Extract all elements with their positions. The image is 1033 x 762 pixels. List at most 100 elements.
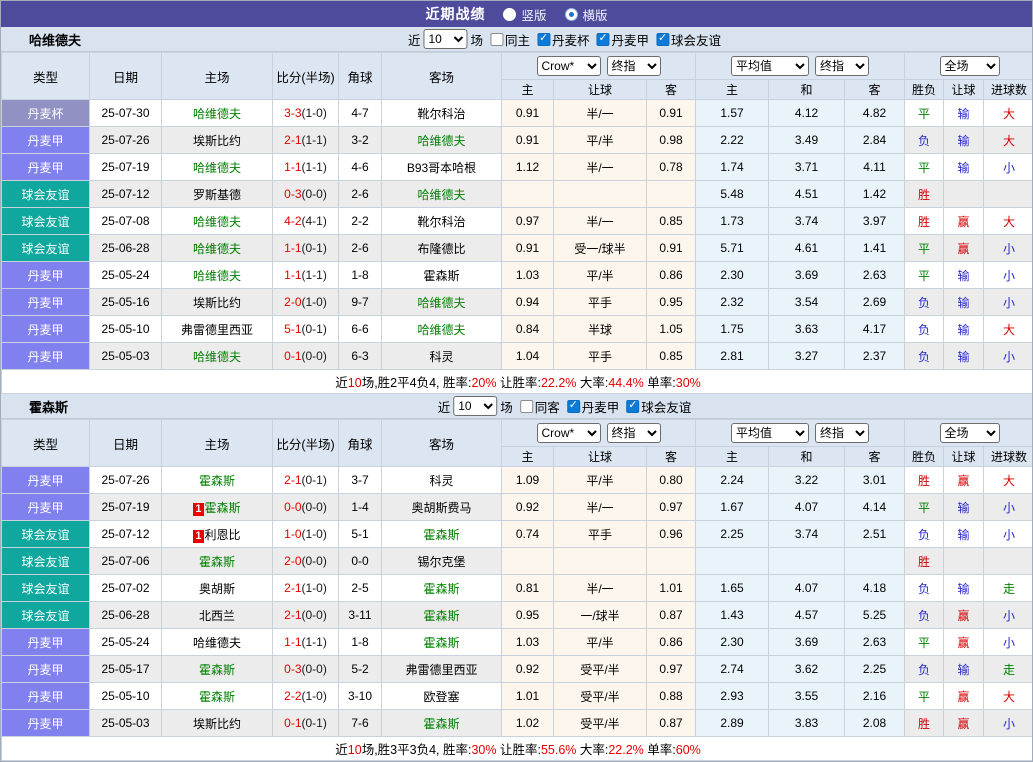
europe-draw-odds [769, 548, 845, 575]
scope-select[interactable]: 全场 [940, 423, 1000, 443]
same-venue-checkbox[interactable] [490, 33, 503, 46]
handicap-away-odds: 0.91 [647, 235, 696, 262]
summary-text: 近 [335, 743, 348, 757]
europe-home-odds [696, 548, 769, 575]
result-handicap: 输 [944, 289, 984, 316]
recent-count-select[interactable]: 10 [453, 396, 497, 416]
away-team-name: 霍森斯 [423, 269, 459, 283]
home-team-cell: 哈维德夫 [162, 100, 273, 127]
europe-home-odds: 1.73 [696, 208, 769, 235]
league-badge: 球会友谊 [2, 548, 90, 575]
result-handicap: 赢 [944, 602, 984, 629]
result-handicap: 输 [944, 656, 984, 683]
column-subheader: 胜负 [905, 447, 944, 467]
europe-odds-group-header: 平均值终指 [696, 420, 905, 447]
away-team-cell: 霍森斯 [382, 521, 502, 548]
column-subheader: 让球 [554, 447, 647, 467]
europe-odds-group-header: 平均值终指 [696, 53, 905, 80]
fulltime-score: 2-1 [284, 608, 301, 622]
home-team-name: 利恩比 [205, 528, 241, 542]
league-badge: 丹麦甲 [2, 656, 90, 683]
home-team-name: 哈维德夫 [193, 350, 241, 364]
result-goals: 大 [984, 316, 1033, 343]
recent-count-select[interactable]: 10 [423, 29, 467, 49]
score-cell: 2-2(1-0) [273, 683, 339, 710]
result-outcome: 平 [905, 494, 944, 521]
europe-source-select[interactable]: 平均值 [731, 423, 809, 443]
table-row: 球会友谊25-07-121利恩比1-0(1-0)5-1霍森斯0.74平手0.96… [2, 521, 1033, 548]
column-header: 类型 [2, 53, 90, 100]
europe-source-select[interactable]: 平均值 [731, 56, 809, 76]
league-checkbox-0[interactable] [567, 400, 580, 413]
home-team-cell: 霍森斯 [162, 467, 273, 494]
europe-draw-odds: 3.55 [769, 683, 845, 710]
europe-time-select[interactable]: 终指 [815, 56, 869, 76]
result-goals: 大 [984, 467, 1033, 494]
europe-home-odds: 2.74 [696, 656, 769, 683]
summary-text: 场,胜3平3负4, 胜率: [362, 743, 472, 757]
date-cell: 25-07-12 [90, 181, 162, 208]
handicap-line [554, 181, 647, 208]
table-row: 球会友谊25-06-28哈维德夫1-1(0-1)2-6布隆德比0.91受一/球半… [2, 235, 1033, 262]
date-cell: 25-05-17 [90, 656, 162, 683]
europe-time-select[interactable]: 终指 [815, 423, 869, 443]
corners-cell: 0-0 [339, 548, 382, 575]
league-checkbox-1[interactable] [626, 400, 639, 413]
result-group-header: 全场 [905, 420, 1033, 447]
handicap-line: 平手 [554, 521, 647, 548]
league-checkbox-0[interactable] [537, 33, 550, 46]
home-team-cell: 哈维德夫 [162, 629, 273, 656]
handicap-line: 平/半 [554, 127, 647, 154]
summary-text: 10 [348, 376, 362, 390]
horizontal-layout-radio[interactable]: 横版 [565, 5, 608, 24]
date-cell: 25-05-10 [90, 683, 162, 710]
europe-home-odds: 2.30 [696, 629, 769, 656]
europe-draw-odds: 4.07 [769, 494, 845, 521]
result-outcome: 胜 [905, 208, 944, 235]
bookmaker-select[interactable]: Crow* [537, 423, 601, 443]
handicap-line: 平手 [554, 289, 647, 316]
halftime-score: (0-0) [302, 187, 327, 201]
handicap-away-odds [647, 181, 696, 208]
table-row: 丹麦杯25-07-30哈维德夫3-3(1-0)4-7靴尔科治0.91半/一0.9… [2, 100, 1033, 127]
horizontal-layout-label: 横版 [583, 5, 608, 24]
summary-text: 20% [471, 376, 496, 390]
scope-select[interactable]: 全场 [940, 56, 1000, 76]
away-team-name: 哈维德夫 [417, 296, 465, 310]
result-outcome: 平 [905, 262, 944, 289]
score-cell: 2-1(0-1) [273, 467, 339, 494]
away-team-name: 哈维德夫 [417, 323, 465, 337]
home-team-cell: 1霍森斯 [162, 494, 273, 521]
league-badge: 丹麦甲 [2, 262, 90, 289]
vertical-layout-radio[interactable]: 竖版 [503, 5, 546, 24]
handicap-home-odds: 0.74 [502, 521, 554, 548]
handicap-time-select[interactable]: 终指 [607, 56, 661, 76]
league-checkbox-1[interactable] [597, 33, 610, 46]
league-checkbox-2[interactable] [656, 33, 669, 46]
handicap-line: 半/一 [554, 154, 647, 181]
same-venue-checkbox[interactable] [520, 400, 533, 413]
column-subheader: 客 [845, 80, 905, 100]
home-team-name: 哈维德夫 [193, 242, 241, 256]
away-team-cell: 霍森斯 [382, 602, 502, 629]
league-checkbox-label: 丹麦甲 [582, 397, 620, 416]
home-team-cell: 1利恩比 [162, 521, 273, 548]
league-badge: 丹麦杯 [2, 100, 90, 127]
handicap-time-select[interactable]: 终指 [607, 423, 661, 443]
handicap-home-odds: 0.97 [502, 208, 554, 235]
bookmaker-select[interactable]: Crow* [537, 56, 601, 76]
result-goals: 走 [984, 656, 1033, 683]
results-table: 类型日期主场比分(半场)角球客场Crow*终指平均值终指全场主让球客主和客胜负让… [1, 419, 1033, 761]
handicap-away-odds: 0.95 [647, 289, 696, 316]
league-badge: 丹麦甲 [2, 683, 90, 710]
handicap-home-odds: 1.04 [502, 343, 554, 370]
handicap-line: 半/一 [554, 575, 647, 602]
handicap-away-odds: 0.85 [647, 208, 696, 235]
handicap-line: 平/半 [554, 629, 647, 656]
result-handicap: 输 [944, 316, 984, 343]
team-sections: 哈维德夫近10场同主丹麦杯丹麦甲球会友谊类型日期主场比分(半场)角球客场Crow… [1, 27, 1032, 761]
same-venue-label: 同主 [505, 30, 530, 49]
fulltime-score: 0-0 [284, 500, 301, 514]
away-team-cell: 科灵 [382, 343, 502, 370]
column-header: 日期 [90, 420, 162, 467]
